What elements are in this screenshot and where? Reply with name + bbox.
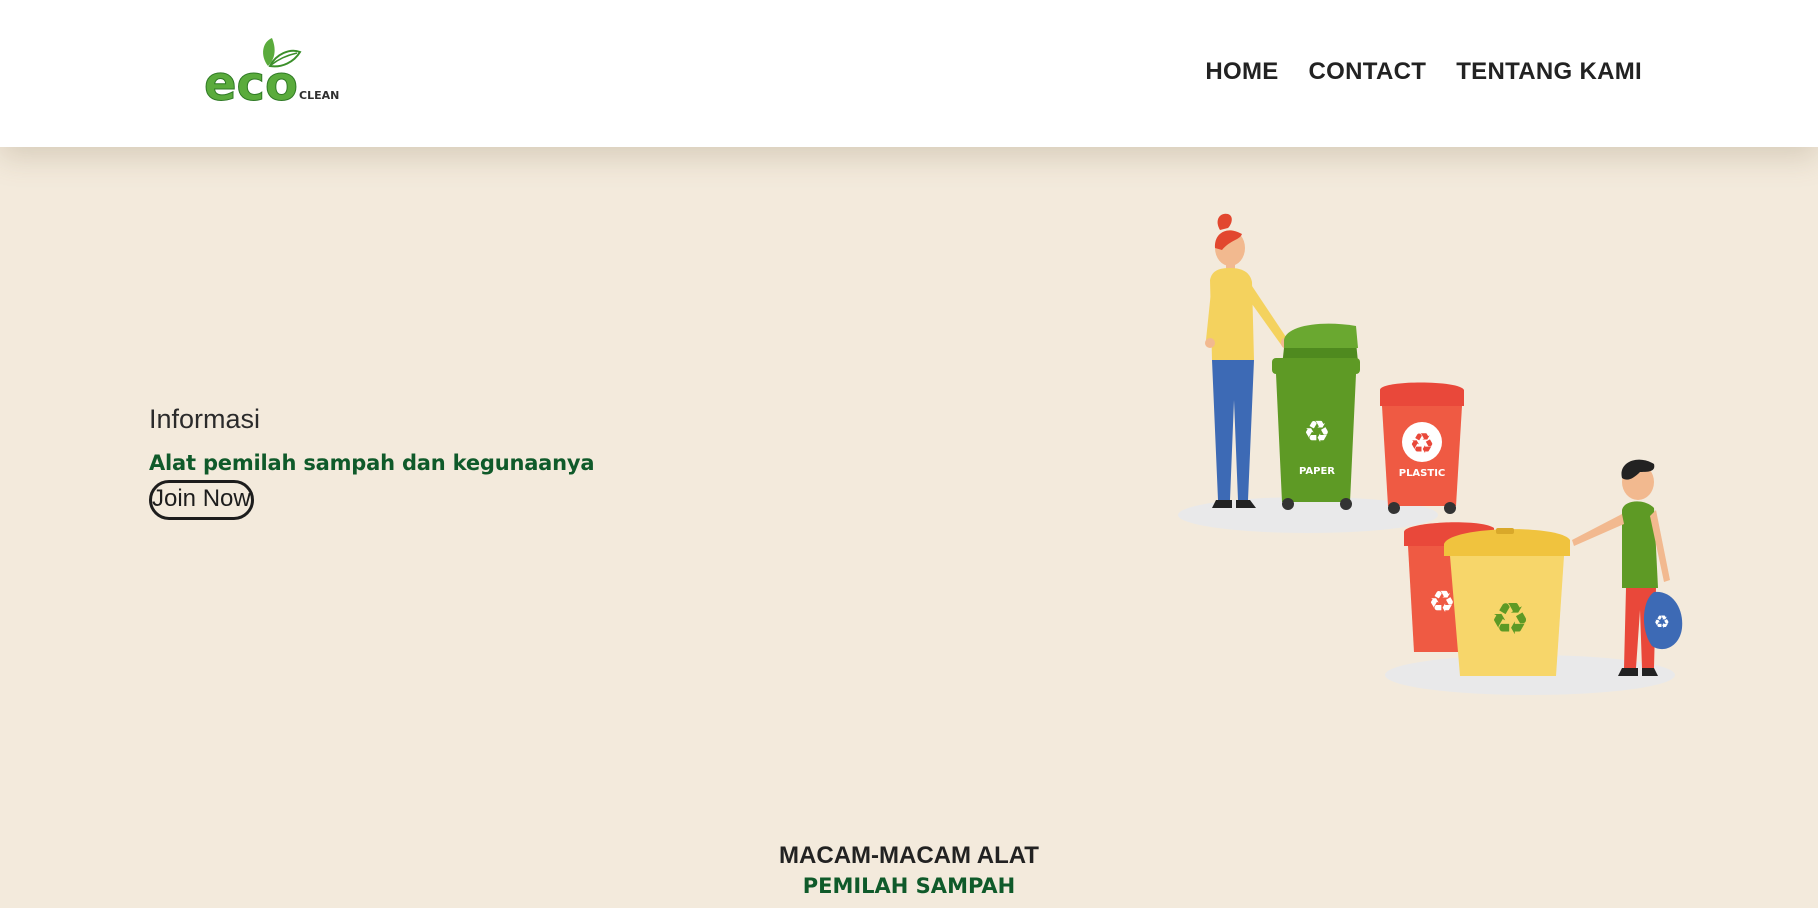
yellow-bin: ♻ bbox=[1444, 528, 1570, 676]
nav-contact[interactable]: CONTACT bbox=[1309, 58, 1427, 86]
logo-secondary-text: CLEAN bbox=[299, 89, 339, 102]
svg-text:♻: ♻ bbox=[1654, 612, 1670, 633]
logo-mark-text: eco bbox=[204, 56, 298, 106]
child-figure: ♻ bbox=[1572, 459, 1683, 676]
paper-bin-label: PAPER bbox=[1299, 466, 1335, 477]
hero-subtitle: Alat pemilah sampah dan kegunaanya bbox=[149, 451, 595, 475]
eco-clean-logo[interactable]: eco CLEAN bbox=[202, 36, 352, 106]
hero-title: Informasi bbox=[149, 404, 261, 434]
join-now-button[interactable]: Join Now bbox=[149, 480, 254, 520]
paper-bin: ♻ PAPER bbox=[1272, 323, 1360, 510]
recycling-illustration: ♻ PAPER ♻ PLASTIC ♻ ♻ ♻ bbox=[1160, 210, 1700, 700]
svg-text:♻: ♻ bbox=[1429, 585, 1456, 620]
svg-text:♻: ♻ bbox=[1409, 427, 1434, 460]
nav-tentang-kami[interactable]: TENTANG KAMI bbox=[1456, 58, 1642, 86]
nav-home[interactable]: HOME bbox=[1205, 58, 1278, 86]
section-title: MACAM-MACAM ALAT bbox=[779, 842, 1039, 869]
svg-text:♻: ♻ bbox=[1490, 594, 1529, 645]
plastic-bin: ♻ PLASTIC bbox=[1380, 382, 1464, 514]
svg-text:♻: ♻ bbox=[1304, 415, 1331, 450]
plastic-bin-label: PLASTIC bbox=[1399, 468, 1446, 479]
hero-text-block: Informasi Alat pemilah sampah dan keguna… bbox=[149, 404, 595, 520]
section-subtitle: PEMILAH SAMPAH bbox=[802, 874, 1016, 898]
site-header: eco CLEAN HOME CONTACT TENTANG KAMI bbox=[0, 0, 1818, 147]
main-nav: HOME CONTACT TENTANG KAMI bbox=[1205, 58, 1642, 86]
